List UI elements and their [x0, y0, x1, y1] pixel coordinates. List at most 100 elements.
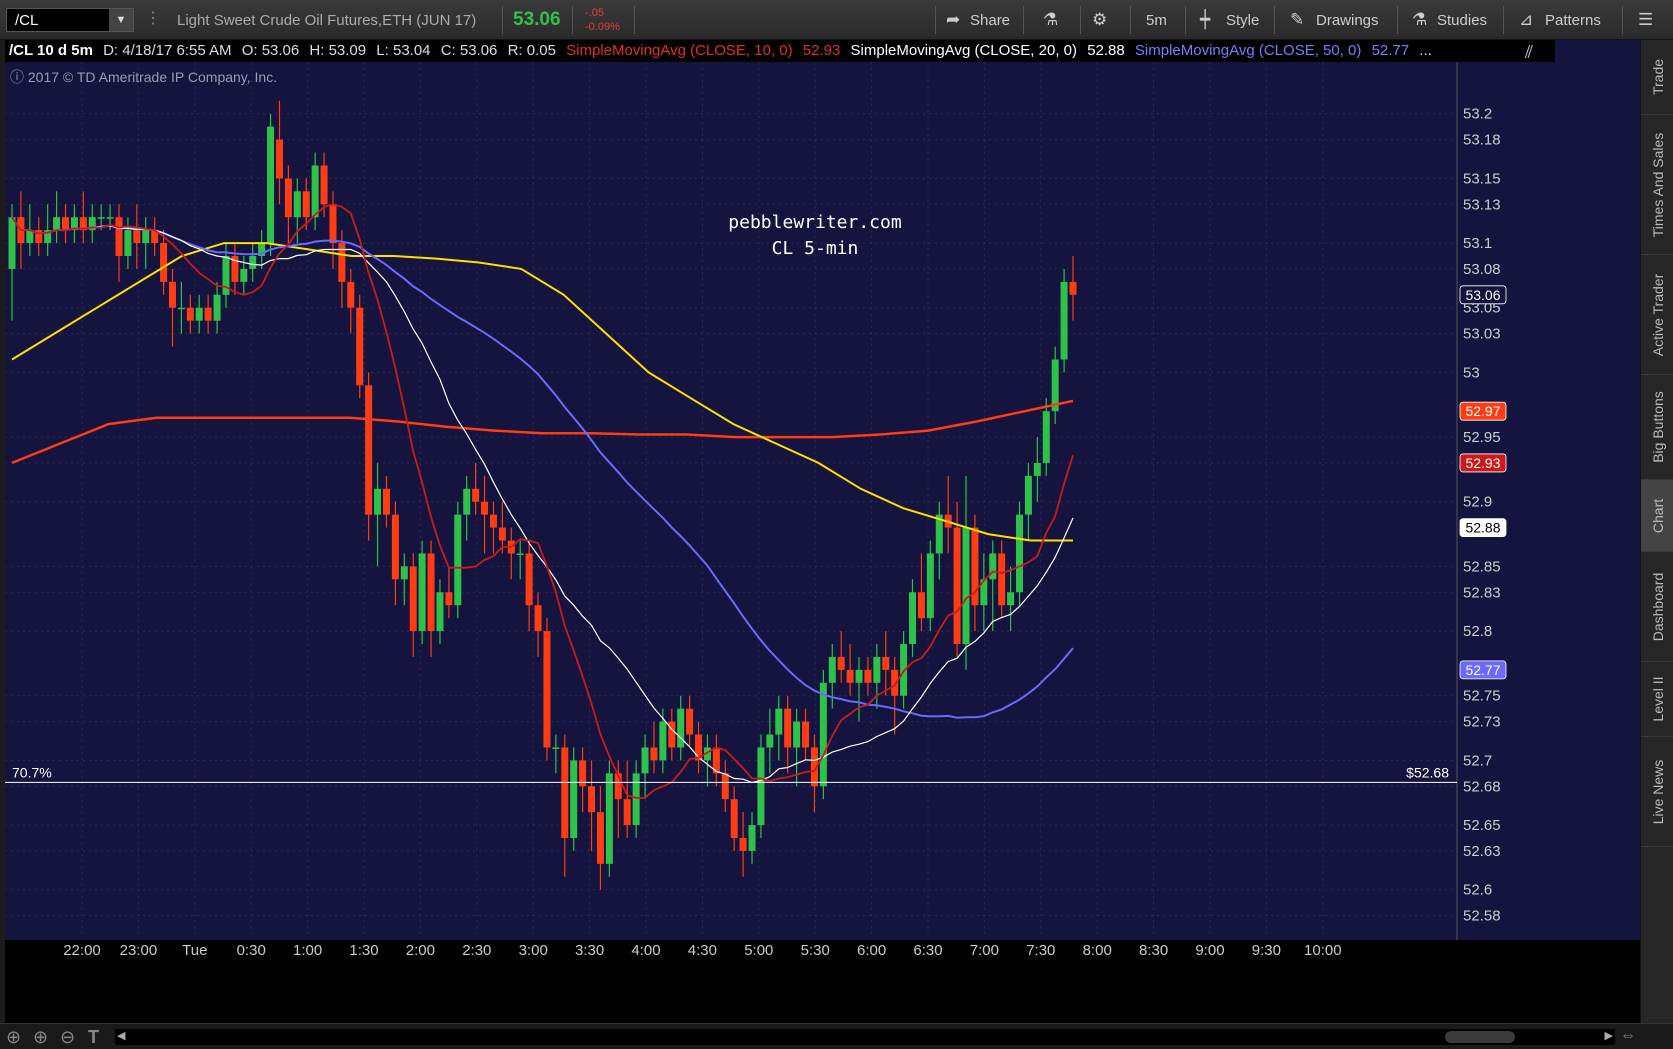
x-tick-label: 2:30 [462, 942, 491, 959]
candle-body [418, 553, 426, 632]
divider [1397, 6, 1398, 34]
tab-live-news[interactable]: Live News [1641, 737, 1673, 847]
candle-body [730, 799, 738, 838]
candle-body [686, 708, 694, 735]
studies-button[interactable]: Studies [1437, 12, 1487, 29]
flask-icon[interactable]: ⚗ [1043, 10, 1058, 30]
candle-body [284, 178, 292, 218]
candle-body [516, 553, 524, 555]
y-tick-label: 53 [1463, 364, 1480, 381]
divider [1023, 6, 1024, 34]
style-button[interactable]: Style [1226, 12, 1259, 29]
net-change: -.05 [585, 7, 604, 19]
chart-scrollbar[interactable]: ◀ ▶ [115, 1029, 1615, 1045]
info-icon: ⓘ [10, 69, 24, 85]
tab-label: Level II [1649, 676, 1666, 722]
x-tick-label: 9:00 [1195, 942, 1224, 959]
share-icon[interactable]: ➦ [946, 10, 960, 30]
bar-high: H: 53.09 [309, 42, 367, 59]
candle-body [8, 217, 16, 269]
chart-area[interactable]: 22:00 23:00 Tue 0:30 1:00 1:30 2:00 2:30 3:00 3:3… [5, 40, 1640, 1023]
tab-level-ii[interactable]: Level II [1641, 662, 1673, 737]
y-tick-label: 53.2 [1463, 106, 1492, 123]
timeframe-button[interactable]: 5m [1146, 12, 1167, 29]
tab-label: Times And Sales [1649, 132, 1666, 237]
y-tick-label: 52.83 [1463, 584, 1501, 601]
candle-body [1042, 411, 1050, 463]
scroll-left-icon[interactable]: ◀ [117, 1029, 125, 1042]
zoom-in-icon[interactable]: ⊕ [33, 1027, 48, 1048]
x-tick-label: 1:00 [293, 942, 322, 959]
zoom-out-icon[interactable]: ⊖ [60, 1027, 75, 1048]
scroll-right-icon[interactable]: ▶ [1605, 1029, 1613, 1042]
tab-dashboard[interactable]: Dashboard [1641, 552, 1673, 662]
candle-body [659, 721, 667, 761]
chevron-down-icon[interactable]: ▼ [109, 9, 133, 31]
candle-body [427, 553, 435, 632]
divider [1130, 6, 1131, 34]
pencil-icon[interactable]: ✎ [1290, 10, 1304, 30]
more-studies[interactable]: ... [1419, 42, 1432, 59]
bar-range: R: 0.05 [507, 42, 556, 59]
y-tick-label: 52.85 [1463, 558, 1501, 575]
tab-active-trader[interactable]: Active Trader [1641, 255, 1673, 375]
menu-icon[interactable]: ☰ [1638, 10, 1653, 30]
candle-body [926, 553, 934, 619]
expand-icon[interactable]: ⇔ [1620, 1027, 1636, 1045]
info-bar: /CL 10 d 5m D: 4/18/17 6:55 AM O: 53.06 … [5, 40, 1555, 62]
divider [1080, 6, 1081, 34]
crosshair-icon[interactable]: ⊕ [6, 1027, 21, 1048]
tab-chart[interactable]: Chart [1641, 480, 1673, 552]
candle-body [356, 307, 364, 386]
patterns-icon[interactable]: ⊿ [1519, 10, 1533, 30]
tab-label: Chart [1649, 498, 1666, 533]
candle-body [650, 747, 658, 761]
candle-body [623, 799, 631, 826]
candle-body [989, 553, 997, 580]
candle-body [400, 566, 408, 580]
bar-low: L: 53.04 [376, 42, 431, 59]
y-tick-label: 52.95 [1463, 429, 1501, 446]
drag-handle-icon[interactable]: ⋮ [145, 8, 161, 28]
patterns-button[interactable]: Patterns [1545, 12, 1601, 29]
candle-body [561, 747, 569, 838]
candle-body [142, 230, 150, 244]
candle-body [106, 217, 114, 219]
candle-body [374, 488, 382, 515]
price-chart[interactable]: 22:00 23:00 Tue 0:30 1:00 1:30 2:00 2:30 3:00 3:3… [5, 40, 1640, 1023]
scrollbar-thumb[interactable] [1445, 1031, 1515, 1043]
candle-body [882, 656, 890, 670]
x-tick-label: 8:00 [1083, 942, 1112, 959]
candle-style-icon[interactable]: ┿ [1200, 10, 1210, 30]
sma20-label: SimpleMovingAvg (CLOSE, 20, 0) [850, 42, 1078, 59]
symbol-input[interactable]: /CL ▼ [6, 8, 134, 32]
study-settings-icon[interactable]: ⫽ [1525, 42, 1533, 63]
gear-icon[interactable]: ⚙ [1092, 10, 1107, 30]
divider [1274, 6, 1275, 34]
candle-body [160, 243, 168, 282]
candle-body [436, 592, 444, 632]
candle-body [828, 656, 836, 683]
x-tick-label: 23:00 [120, 942, 158, 959]
candle-body [97, 217, 105, 219]
copyright-notice: ⓘ 2017 © TD Ameritrade IP Company, Inc. [10, 67, 277, 87]
candle-body [525, 553, 533, 606]
text-tool-icon[interactable]: T [88, 1027, 99, 1048]
candle-body [757, 747, 765, 826]
candle-body [784, 708, 792, 748]
candle-body [802, 721, 810, 748]
fib-price-label: $52.68 [1406, 764, 1449, 780]
candle-body [195, 307, 203, 321]
drawings-button[interactable]: Drawings [1316, 12, 1379, 29]
sma50-label: SimpleMovingAvg (CLOSE, 50, 0) [1134, 42, 1362, 59]
share-button[interactable]: Share [970, 12, 1010, 29]
tab-times-and-sales[interactable]: Times And Sales [1641, 115, 1673, 255]
y-tick-label: 52.58 [1463, 908, 1501, 925]
y-tick-label: 52.63 [1463, 843, 1501, 860]
candle-body [1024, 475, 1032, 515]
tab-big-buttons[interactable]: Big Buttons [1641, 375, 1673, 480]
candle-body [1016, 514, 1024, 593]
tab-trade[interactable]: Trade [1641, 40, 1673, 115]
candle-body [739, 838, 747, 851]
flask-icon[interactable]: ⚗ [1412, 10, 1427, 30]
